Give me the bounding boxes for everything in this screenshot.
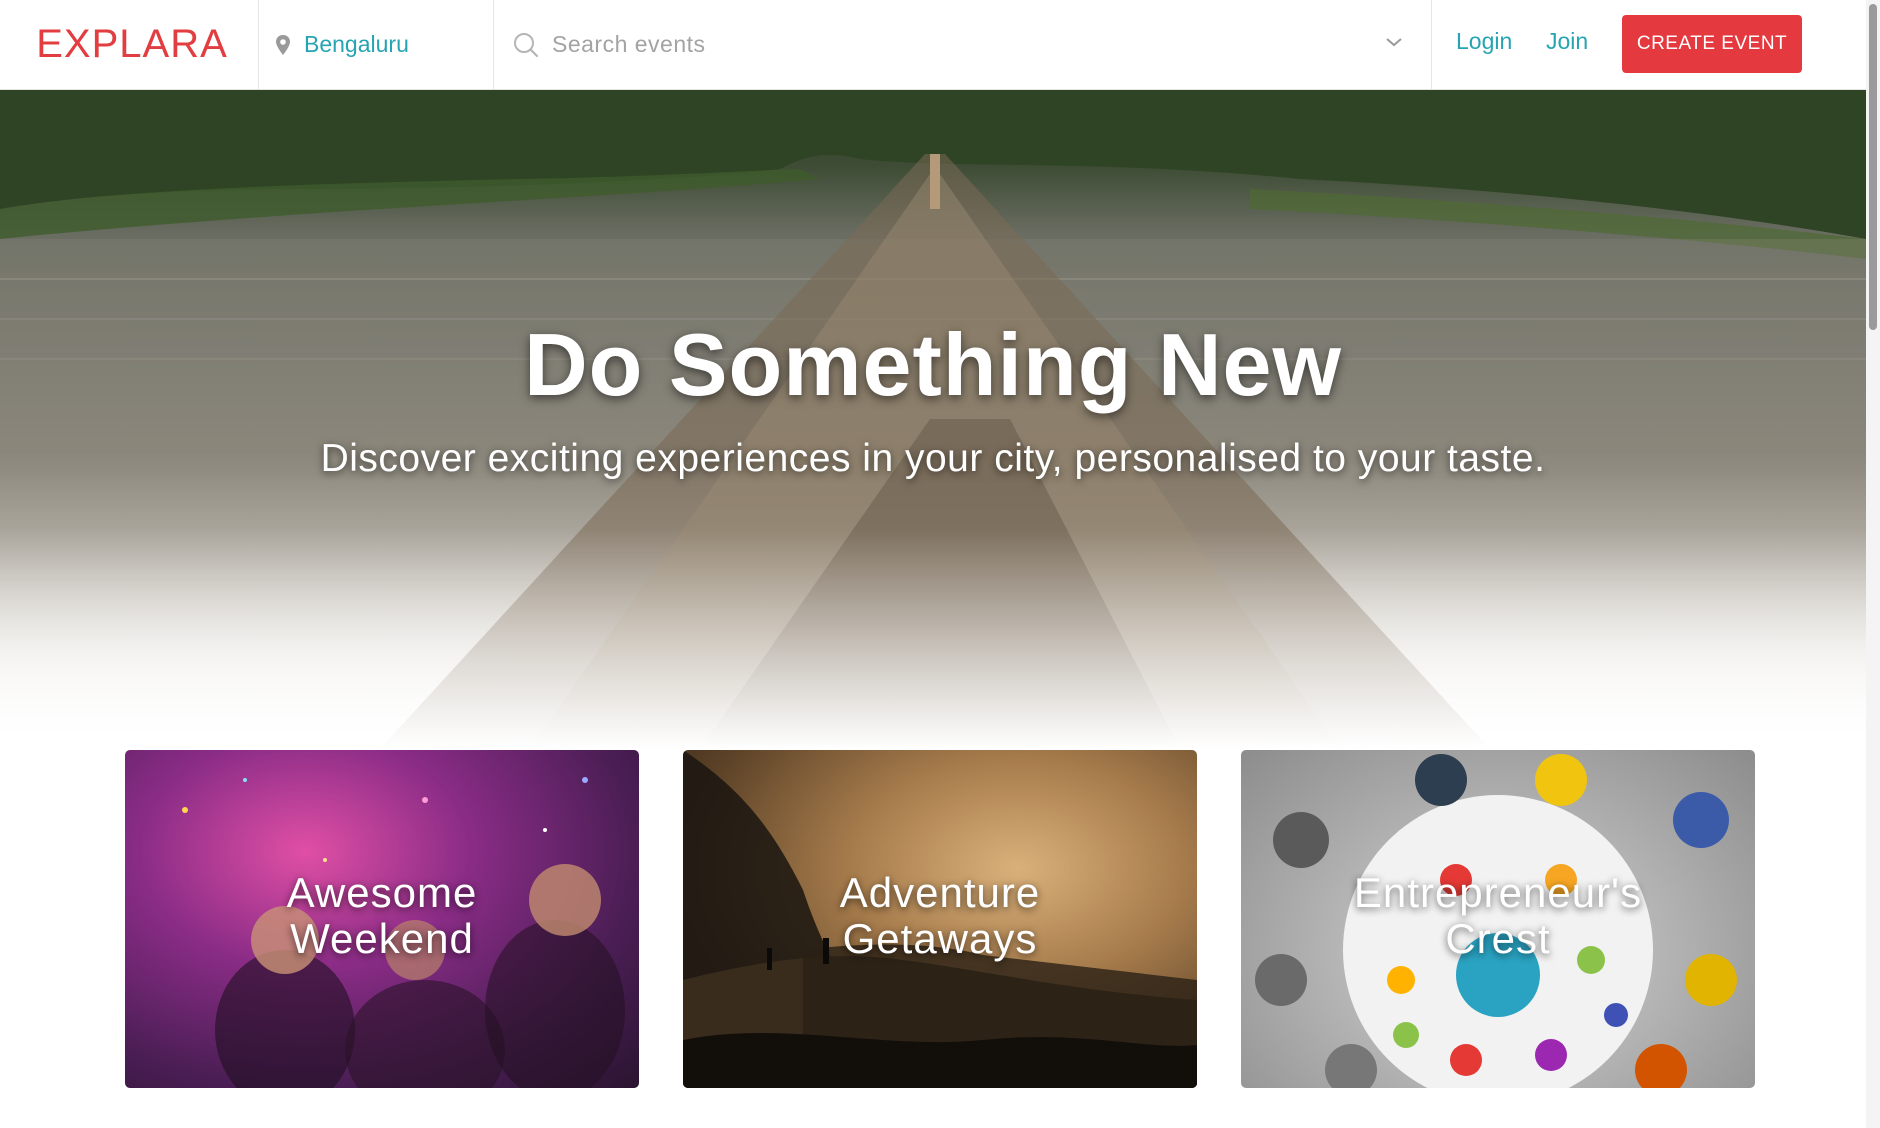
top-header: EXPLARA Bengaluru Login Join CREATE EVEN… xyxy=(0,0,1866,90)
hero-subtitle: Discover exciting experiences in your ci… xyxy=(320,437,1546,480)
category-card-entrepreneurs-crest[interactable]: Entrepreneur's Crest xyxy=(1241,750,1755,1088)
card-label-line1: Awesome xyxy=(286,869,478,916)
card-label-line2: Getaways xyxy=(842,915,1038,962)
chevron-down-icon[interactable] xyxy=(1385,36,1403,48)
category-card-awesome-weekend[interactable]: Awesome Weekend xyxy=(125,750,639,1088)
hero-boat-river-image xyxy=(0,89,1866,749)
location-pin-icon xyxy=(276,34,290,55)
card-label: Adventure Getaways xyxy=(683,870,1197,962)
card-label-line1: Adventure xyxy=(839,869,1041,916)
card-label-line1: Entrepreneur's xyxy=(1353,869,1643,916)
card-label: Awesome Weekend xyxy=(125,870,639,962)
card-label: Entrepreneur's Crest xyxy=(1241,870,1755,962)
scrollbar-thumb[interactable] xyxy=(1869,4,1877,330)
explara-logo[interactable]: EXPLARA xyxy=(0,0,259,89)
card-label-line2: Weekend xyxy=(290,915,474,962)
hero-banner: Do Something New Discover exciting exper… xyxy=(0,89,1866,749)
page-scrollbar[interactable] xyxy=(1866,0,1880,1128)
search-icon xyxy=(514,32,539,57)
search-bar[interactable] xyxy=(494,0,1432,89)
location-selector[interactable]: Bengaluru xyxy=(260,0,494,89)
card-label-line2: Crest xyxy=(1445,915,1551,962)
logo-text[interactable]: EXPLARA xyxy=(30,22,228,67)
category-card-adventure-getaways[interactable]: Adventure Getaways xyxy=(683,750,1197,1088)
login-link[interactable]: Login xyxy=(1456,28,1512,55)
create-event-button[interactable]: CREATE EVENT xyxy=(1622,15,1802,73)
search-input[interactable] xyxy=(550,30,1374,59)
hero-title: Do Something New xyxy=(524,315,1342,414)
join-link[interactable]: Join xyxy=(1546,28,1588,55)
location-value[interactable]: Bengaluru xyxy=(304,31,409,58)
